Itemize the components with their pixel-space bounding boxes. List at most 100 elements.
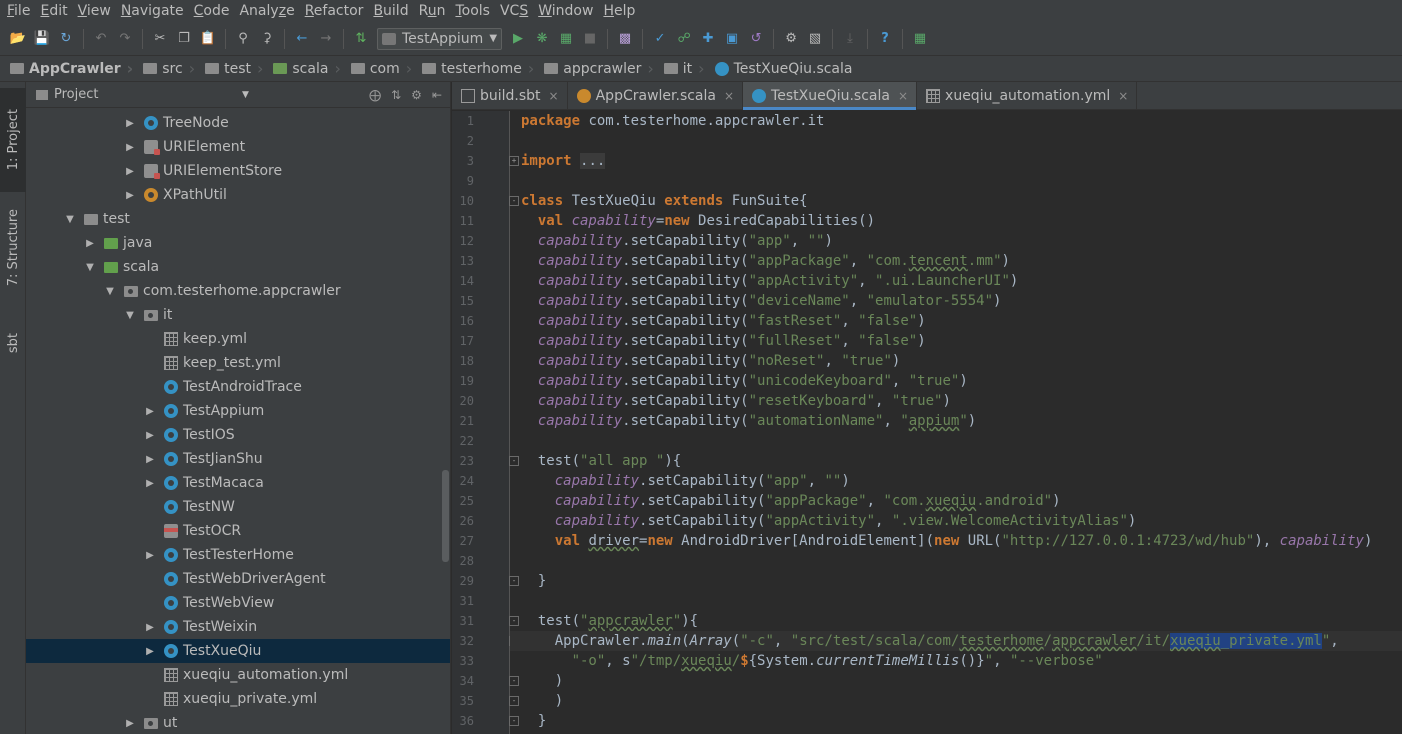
expanded-arrow-icon[interactable]: ▼	[124, 310, 136, 321]
tree-item[interactable]: ▶ TreeNode	[26, 111, 450, 135]
collapsed-arrow-icon[interactable]: ▶	[144, 454, 156, 465]
collapsed-arrow-icon[interactable]: ▶	[144, 478, 156, 489]
vcs-compare-icon[interactable]: ✚	[698, 29, 718, 49]
code-line[interactable]: AppCrawler.main(Array("-c", "src/test/sc…	[510, 631, 1402, 651]
chevron-down-icon[interactable]: ▼	[242, 90, 249, 100]
close-icon[interactable]: ×	[898, 89, 908, 103]
vcs-history-icon[interactable]: ▣	[722, 29, 742, 49]
code-line[interactable]: val capability=new DesiredCapabilities()	[521, 211, 875, 231]
menu-run[interactable]: Run	[414, 0, 451, 22]
code-line[interactable]: capability.setCapability("app", "")	[521, 471, 850, 491]
undo-icon[interactable]: ↶	[91, 29, 111, 49]
collapsed-arrow-icon[interactable]: ▶	[124, 142, 136, 153]
tree-item[interactable]: ▶ ut	[26, 711, 450, 734]
code-line[interactable]: test("all app "){	[521, 451, 681, 471]
expanded-arrow-icon[interactable]: ▼	[104, 286, 116, 297]
tree-item[interactable]: TestAndroidTrace	[26, 375, 450, 399]
code-line[interactable]: }	[521, 711, 546, 731]
fold-collapse-icon[interactable]: -	[509, 616, 519, 626]
collapsed-arrow-icon[interactable]: ▶	[124, 718, 136, 729]
code-line[interactable]: capability.setCapability("unicodeKeyboar…	[521, 371, 968, 391]
collapsed-arrow-icon[interactable]: ▶	[144, 622, 156, 633]
code-line[interactable]: package com.testerhome.appcrawler.it	[521, 111, 824, 131]
breadcrumb-item[interactable]: testerhome ›	[418, 56, 540, 82]
editor-tab[interactable]: build.sbt ×	[452, 82, 568, 110]
tree-item[interactable]: keep.yml	[26, 327, 450, 351]
tree-item[interactable]: ▼ scala	[26, 255, 450, 279]
fold-collapse-icon[interactable]: -	[509, 196, 519, 206]
debug-icon[interactable]: ❋	[532, 29, 552, 49]
menu-code[interactable]: Code	[189, 0, 235, 22]
code-line[interactable]: capability.setCapability("resetKeyboard"…	[521, 391, 951, 411]
close-icon[interactable]: ×	[1118, 89, 1128, 103]
tree-item[interactable]: ▶ TestMacaca	[26, 471, 450, 495]
tree-item[interactable]: ▶ XPathUtil	[26, 183, 450, 207]
tree-item[interactable]: xueqiu_automation.yml	[26, 663, 450, 687]
tree-item[interactable]: TestWebView	[26, 591, 450, 615]
tree-item[interactable]: TestNW	[26, 495, 450, 519]
menu-build[interactable]: Build	[368, 0, 413, 22]
code-line[interactable]: )	[521, 691, 563, 711]
tree-item[interactable]: keep_test.yml	[26, 351, 450, 375]
breadcrumb-item[interactable]: it ›	[660, 56, 711, 82]
collapsed-arrow-icon[interactable]: ▶	[124, 190, 136, 201]
collapsed-arrow-icon[interactable]: ▶	[84, 238, 96, 249]
copy-icon[interactable]: ❐	[174, 29, 194, 49]
fold-collapse-icon[interactable]: -	[509, 576, 519, 586]
code-line[interactable]: capability.setCapability("fullReset", "f…	[521, 331, 926, 351]
collapsed-arrow-icon[interactable]: ▶	[124, 166, 136, 177]
scroll-from-source-icon[interactable]: ⨁	[369, 88, 381, 102]
tree-item[interactable]: xueqiu_private.yml	[26, 687, 450, 711]
sdk-icon[interactable]: ▩	[615, 29, 635, 49]
save-all-icon[interactable]: 💾	[32, 29, 52, 49]
redo-icon[interactable]: ↷	[115, 29, 135, 49]
tree-item[interactable]: ▶ TestJianShu	[26, 447, 450, 471]
run-icon[interactable]: ▶	[508, 29, 528, 49]
collapsed-arrow-icon[interactable]: ▶	[144, 406, 156, 417]
fold-expand-icon[interactable]: +	[509, 156, 519, 166]
menu-tools[interactable]: Tools	[450, 0, 495, 22]
code-line[interactable]: capability.setCapability("appPackage", "…	[521, 491, 1061, 511]
cut-icon[interactable]: ✂	[150, 29, 170, 49]
fold-collapse-icon[interactable]: -	[509, 676, 519, 686]
tree-item[interactable]: ▶ TestAppium	[26, 399, 450, 423]
help-icon[interactable]: ?	[875, 29, 895, 49]
code-line[interactable]: val driver=new AndroidDriver[AndroidElem…	[521, 531, 1373, 551]
code-line[interactable]: test("appcrawler"){	[521, 611, 698, 631]
vcs-update-icon[interactable]: ✓	[650, 29, 670, 49]
project-scrollbar[interactable]	[442, 470, 449, 562]
vcs-revert-icon[interactable]: ↺	[746, 29, 766, 49]
collapsed-arrow-icon[interactable]: ▶	[124, 118, 136, 129]
tree-item[interactable]: TestWebDriverAgent	[26, 567, 450, 591]
tree-item[interactable]: ▶ TestTesterHome	[26, 543, 450, 567]
code-line[interactable]: capability.setCapability("automationName…	[521, 411, 976, 431]
menu-vcs[interactable]: VCS	[495, 0, 533, 22]
download-icon[interactable]: ⤓	[840, 29, 860, 49]
tool-tab-structure[interactable]: 7: Structure	[0, 198, 26, 298]
menu-refactor[interactable]: Refactor	[300, 0, 369, 22]
editor-tab[interactable]: xueqiu_automation.yml ×	[917, 82, 1138, 110]
menu-view[interactable]: View	[73, 0, 116, 22]
make-project-icon[interactable]: ⇅	[351, 29, 371, 49]
code-line[interactable]: capability.setCapability("appPackage", "…	[521, 251, 1010, 271]
tree-item[interactable]: ▼ com.testerhome.appcrawler	[26, 279, 450, 303]
menu-edit[interactable]: Edit	[35, 0, 72, 22]
menu-analyze[interactable]: Analyze	[234, 0, 299, 22]
menu-navigate[interactable]: Navigate	[116, 0, 189, 22]
tree-item[interactable]: ▶ TestXueQiu	[26, 639, 450, 663]
close-icon[interactable]: ×	[549, 89, 559, 103]
code-line[interactable]: capability.setCapability("appActivity", …	[521, 511, 1137, 531]
code-line[interactable]: capability.setCapability("app", "")	[521, 231, 833, 251]
vcs-commit-icon[interactable]: ☍	[674, 29, 694, 49]
code-line[interactable]: "-o", s"/tmp/xueqiu/${System.currentTime…	[521, 651, 1103, 671]
tree-item[interactable]: ▼ test	[26, 207, 450, 231]
breadcrumb-item[interactable]: TestXueQiu.scala	[711, 56, 859, 82]
menu-file[interactable]: File	[2, 0, 35, 22]
tree-item[interactable]: ▶ URIElement	[26, 135, 450, 159]
code-line[interactable]: import ...	[521, 151, 606, 171]
project-structure-icon[interactable]: ▧	[805, 29, 825, 49]
hide-panel-icon[interactable]: ⇤	[432, 88, 442, 102]
breadcrumb-item[interactable]: appcrawler ›	[540, 56, 660, 82]
close-icon[interactable]: ×	[724, 89, 734, 103]
tree-item[interactable]: ▶ TestIOS	[26, 423, 450, 447]
